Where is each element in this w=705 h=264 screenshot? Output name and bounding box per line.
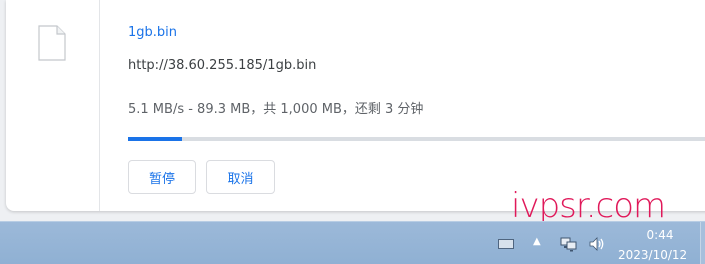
clock-date[interactable]: 2023/10/12 [618, 248, 687, 262]
volume-icon[interactable] [588, 235, 606, 253]
file-icon-column [6, 0, 100, 211]
file-icon [38, 25, 66, 61]
progress-bar-fill [128, 137, 182, 141]
network-icon[interactable] [560, 236, 578, 252]
file-name-link[interactable]: 1gb.bin [128, 25, 177, 40]
clock-time[interactable]: 0:44 [642, 228, 678, 242]
show-desktop-button[interactable] [700, 222, 705, 264]
cancel-button[interactable]: 取消 [206, 160, 275, 194]
keyboard-icon[interactable] [498, 239, 514, 249]
file-url: http://38.60.255.185/1gb.bin [128, 58, 317, 73]
watermark-logo: ivpsr.com [511, 186, 666, 226]
download-item: 1gb.bin http://38.60.255.185/1gb.bin 5.1… [6, 0, 705, 211]
download-status: 5.1 MB/s - 89.3 MB，共 1,000 MB，还剩 3 分钟 [128, 102, 424, 117]
taskbar: ▲ 0:44 2023/10/12 [0, 221, 705, 264]
chevron-up-icon[interactable]: ▲ [533, 236, 541, 247]
progress-bar [128, 137, 705, 141]
pause-button[interactable]: 暂停 [128, 160, 196, 194]
